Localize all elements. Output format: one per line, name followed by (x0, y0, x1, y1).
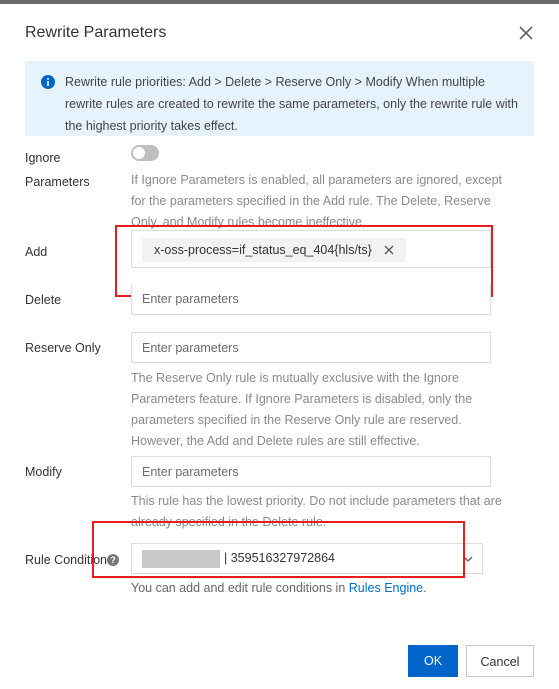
modify-help: This rule has the lowest priority. Do no… (131, 494, 502, 529)
reserve-only-field[interactable] (131, 332, 491, 363)
ignore-parameters-label-line2: Parameters (25, 175, 90, 189)
toggle-knob (133, 147, 145, 159)
redacted-block (142, 550, 220, 568)
top-border (0, 0, 559, 4)
info-text: Rewrite rule priorities: Add > Delete > … (65, 75, 518, 133)
modify-field[interactable] (131, 456, 491, 487)
info-icon (41, 75, 55, 89)
reserve-only-input[interactable] (132, 333, 490, 362)
question-icon[interactable]: ? (107, 554, 119, 566)
delete-field[interactable] (131, 284, 491, 315)
reserve-only-help: The Reserve Only rule is mutually exclus… (131, 371, 473, 448)
rule-condition-value: | 359516327972864 (224, 551, 335, 565)
rule-condition-select[interactable]: | 359516327972864 (131, 543, 483, 574)
modify-label: Modify (25, 465, 62, 479)
delete-input[interactable] (132, 284, 490, 314)
ignore-parameters-help: If Ignore Parameters is enabled, all par… (131, 173, 503, 229)
cancel-button[interactable]: Cancel (466, 645, 534, 677)
dialog-title: Rewrite Parameters (25, 24, 167, 41)
tag-remove-icon[interactable] (384, 245, 394, 255)
add-label: Add (25, 245, 48, 259)
ignore-parameters-label-line1: Ignore (25, 151, 61, 165)
rule-condition-label: Rule Condition (25, 553, 107, 567)
add-field[interactable]: x-oss-process=if_status_eq_404{hls/ts} (131, 230, 491, 268)
ok-button[interactable]: OK (408, 645, 458, 677)
parameter-tag-text: x-oss-process=if_status_eq_404{hls/ts} (154, 243, 372, 257)
chevron-down-icon (463, 556, 473, 562)
rule-condition-help-suffix: . (423, 581, 427, 595)
close-icon[interactable] (517, 24, 535, 42)
info-banner: Rewrite rule priorities: Add > Delete > … (25, 61, 534, 136)
ignore-parameters-toggle[interactable] (131, 145, 159, 161)
rule-condition-help: You can add and edit rule conditions in … (131, 578, 511, 599)
modify-input[interactable] (132, 457, 490, 486)
delete-label: Delete (25, 293, 62, 307)
reserve-only-label: Reserve Only (25, 341, 101, 355)
parameter-tag: x-oss-process=if_status_eq_404{hls/ts} (142, 238, 406, 262)
rule-condition-help-prefix: You can add and edit rule conditions in (131, 581, 349, 595)
rules-engine-link[interactable]: Rules Engine (349, 581, 423, 595)
